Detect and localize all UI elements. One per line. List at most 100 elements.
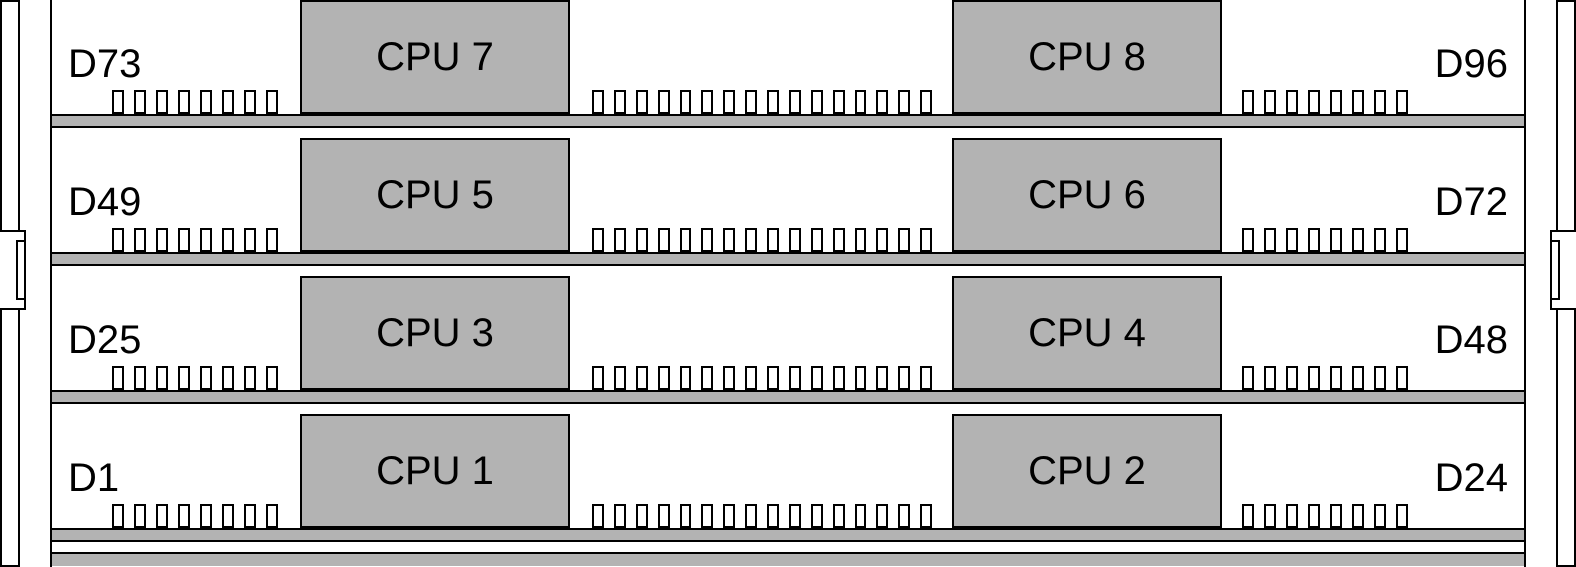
dimm-slot [680, 228, 692, 252]
dimm-bank-right [1242, 228, 1422, 252]
dimm-slot [244, 366, 256, 390]
dimm-bank-right [1242, 366, 1422, 390]
dimm-slot [1330, 366, 1342, 390]
dimm-slot [178, 90, 190, 114]
dimm-slot [1374, 228, 1386, 252]
server-chassis: D73 CPU 7 CPU 8 D96 D49 CPU 5 CPU 6 D72 … [0, 0, 1576, 567]
dimm-slot [767, 504, 779, 528]
dimm-slot [614, 366, 626, 390]
dimm-slot [1308, 90, 1320, 114]
handle-right [1550, 230, 1576, 310]
handle-left [0, 230, 26, 310]
cpu-socket: CPU 7 [300, 0, 570, 114]
dimm-slot [592, 228, 604, 252]
cpu-board-row: D1 CPU 1 CPU 2 D24 [52, 414, 1524, 542]
dimm-slot [1374, 90, 1386, 114]
dimm-slot [920, 228, 932, 252]
dimm-slot [876, 366, 888, 390]
dimm-slot [723, 228, 735, 252]
dimm-slot [244, 228, 256, 252]
dimm-slot [156, 228, 168, 252]
dimm-slot [811, 228, 823, 252]
dimm-range-label-left: D73 [68, 42, 141, 87]
dimm-slot [222, 90, 234, 114]
dimm-slot [636, 90, 648, 114]
dimm-slot [833, 504, 845, 528]
dimm-slot [156, 366, 168, 390]
dimm-slot [811, 504, 823, 528]
dimm-slot [134, 504, 146, 528]
cpu-socket: CPU 3 [300, 276, 570, 390]
dimm-slot [1330, 228, 1342, 252]
dimm-slot [1242, 366, 1254, 390]
dimm-slot [1264, 366, 1276, 390]
dimm-slot [244, 504, 256, 528]
dimm-slot [833, 90, 845, 114]
dimm-slot [789, 504, 801, 528]
dimm-slot [614, 228, 626, 252]
cpu-socket: CPU 8 [952, 0, 1222, 114]
dimm-slot [614, 90, 626, 114]
dimm-slot [898, 90, 910, 114]
dimm-slot [1396, 228, 1408, 252]
dimm-range-label-left: D25 [68, 318, 141, 363]
dimm-slot [855, 504, 867, 528]
dimm-slot [1308, 366, 1320, 390]
cpu-socket: CPU 2 [952, 414, 1222, 528]
dimm-slot [134, 228, 146, 252]
dimm-slot [1352, 366, 1364, 390]
dimm-slot [833, 228, 845, 252]
dimm-slot [811, 366, 823, 390]
dimm-slot [1286, 90, 1298, 114]
dimm-slot [789, 366, 801, 390]
dimm-slot [1396, 504, 1408, 528]
dimm-bank-center [592, 504, 932, 528]
dimm-slot [658, 366, 670, 390]
dimm-slot [1286, 366, 1298, 390]
dimm-slot [178, 366, 190, 390]
dimm-slot [811, 90, 823, 114]
dimm-slot [1330, 504, 1342, 528]
dimm-range-label-right: D48 [1435, 318, 1508, 363]
cpu-socket: CPU 5 [300, 138, 570, 252]
dimm-slot [1308, 228, 1320, 252]
dimm-slot [789, 90, 801, 114]
dimm-slot [745, 366, 757, 390]
dimm-range-label-left: D1 [68, 456, 119, 501]
dimm-slot [701, 504, 713, 528]
dimm-slot [680, 366, 692, 390]
dimm-slot [200, 504, 212, 528]
dimm-bank-right [1242, 90, 1422, 114]
dimm-slot [1242, 504, 1254, 528]
dimm-slot [112, 228, 124, 252]
dimm-slot [658, 90, 670, 114]
dimm-slot [767, 366, 779, 390]
dimm-range-label-right: D96 [1435, 42, 1508, 87]
dimm-slot [636, 366, 648, 390]
cpu-board-row: D25 CPU 3 CPU 4 D48 [52, 276, 1524, 404]
dimm-slot [200, 228, 212, 252]
dimm-slot [134, 90, 146, 114]
dimm-bank-center [592, 228, 932, 252]
dimm-slot [920, 366, 932, 390]
cpu-board-row: D73 CPU 7 CPU 8 D96 [52, 0, 1524, 128]
dimm-slot [701, 90, 713, 114]
board-tray [52, 528, 1524, 542]
dimm-slot [1352, 90, 1364, 114]
dimm-slot [592, 90, 604, 114]
dimm-slot [680, 90, 692, 114]
dimm-slot [156, 504, 168, 528]
dimm-slot [156, 90, 168, 114]
dimm-slot [266, 228, 278, 252]
dimm-slot [200, 90, 212, 114]
dimm-slot [266, 366, 278, 390]
dimm-slot [833, 366, 845, 390]
dimm-slot [920, 90, 932, 114]
dimm-slot [658, 504, 670, 528]
dimm-slot [789, 228, 801, 252]
dimm-slot [636, 504, 648, 528]
dimm-slot [701, 366, 713, 390]
dimm-slot [855, 90, 867, 114]
dimm-slot [876, 228, 888, 252]
dimm-slot [898, 366, 910, 390]
